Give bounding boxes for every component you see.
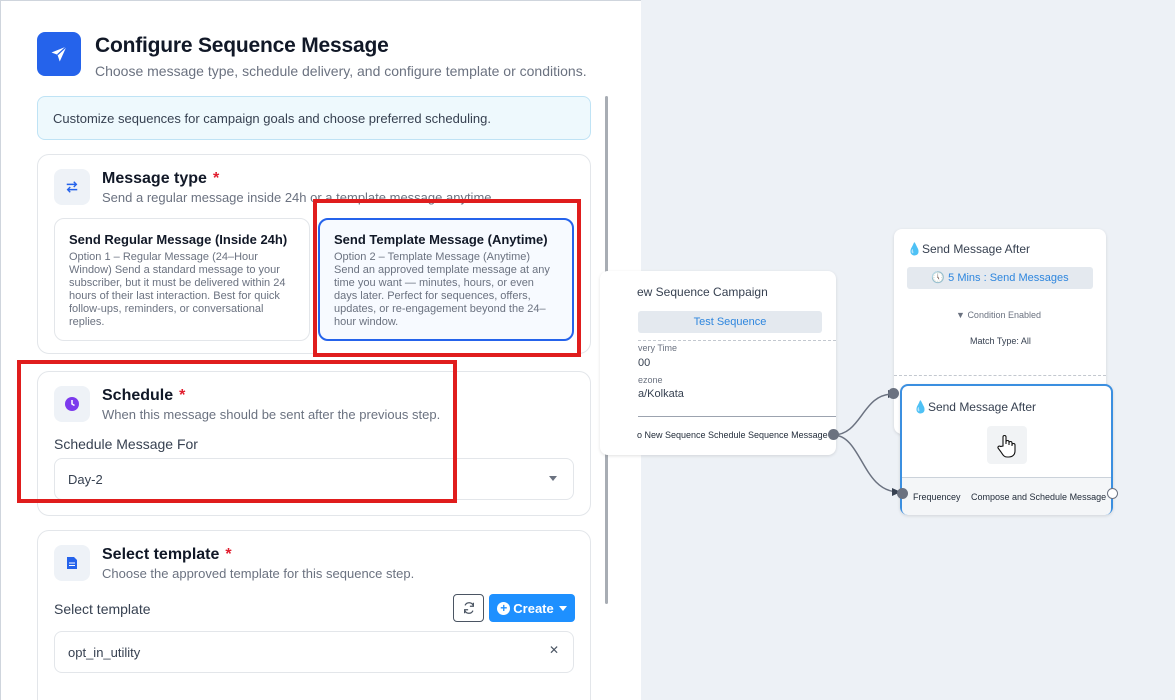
filter-icon: ▼ xyxy=(956,310,965,320)
campaign-footer-left: o New Sequence xyxy=(637,430,706,440)
input-port[interactable] xyxy=(897,488,908,499)
node1-title: 💧Send Message After xyxy=(907,242,1031,256)
clock-icon: 🕔 xyxy=(931,272,946,284)
node2-footer-left: Frequencey xyxy=(913,492,961,502)
timezone-value: a/Kolkata xyxy=(638,388,684,400)
campaign-node[interactable]: ew Sequence Campaign Test Sequence very … xyxy=(600,271,839,455)
send-message-after-node-2[interactable]: 💧Send Message After Frequencey Compose a… xyxy=(897,384,1118,515)
node1-condition: ▼ Condition Enabled xyxy=(956,310,1041,320)
delivery-time-value: 00 xyxy=(638,357,651,369)
campaign-node-title: ew Sequence Campaign xyxy=(637,285,768,299)
drop-icon: 💧 xyxy=(907,242,922,256)
timezone-label: ezone xyxy=(638,375,663,385)
node1-input-port[interactable] xyxy=(888,388,899,399)
node1-match: Match Type: All xyxy=(970,336,1031,346)
drop-icon: 💧 xyxy=(913,400,928,414)
campaign-footer-right: Schedule Sequence Message xyxy=(708,430,828,440)
campaign-node-pill: Test Sequence xyxy=(638,311,822,333)
node1-pill: 🕔 5 Mins : Send Messages xyxy=(907,267,1093,289)
hand-cursor-icon xyxy=(987,426,1027,464)
output-port[interactable] xyxy=(1107,488,1118,499)
output-port[interactable] xyxy=(828,429,839,440)
delivery-time-label: very Time xyxy=(638,343,678,353)
node2-title: 💧Send Message After xyxy=(913,400,1037,414)
node2-footer-right: Compose and Schedule Message xyxy=(971,492,1107,502)
